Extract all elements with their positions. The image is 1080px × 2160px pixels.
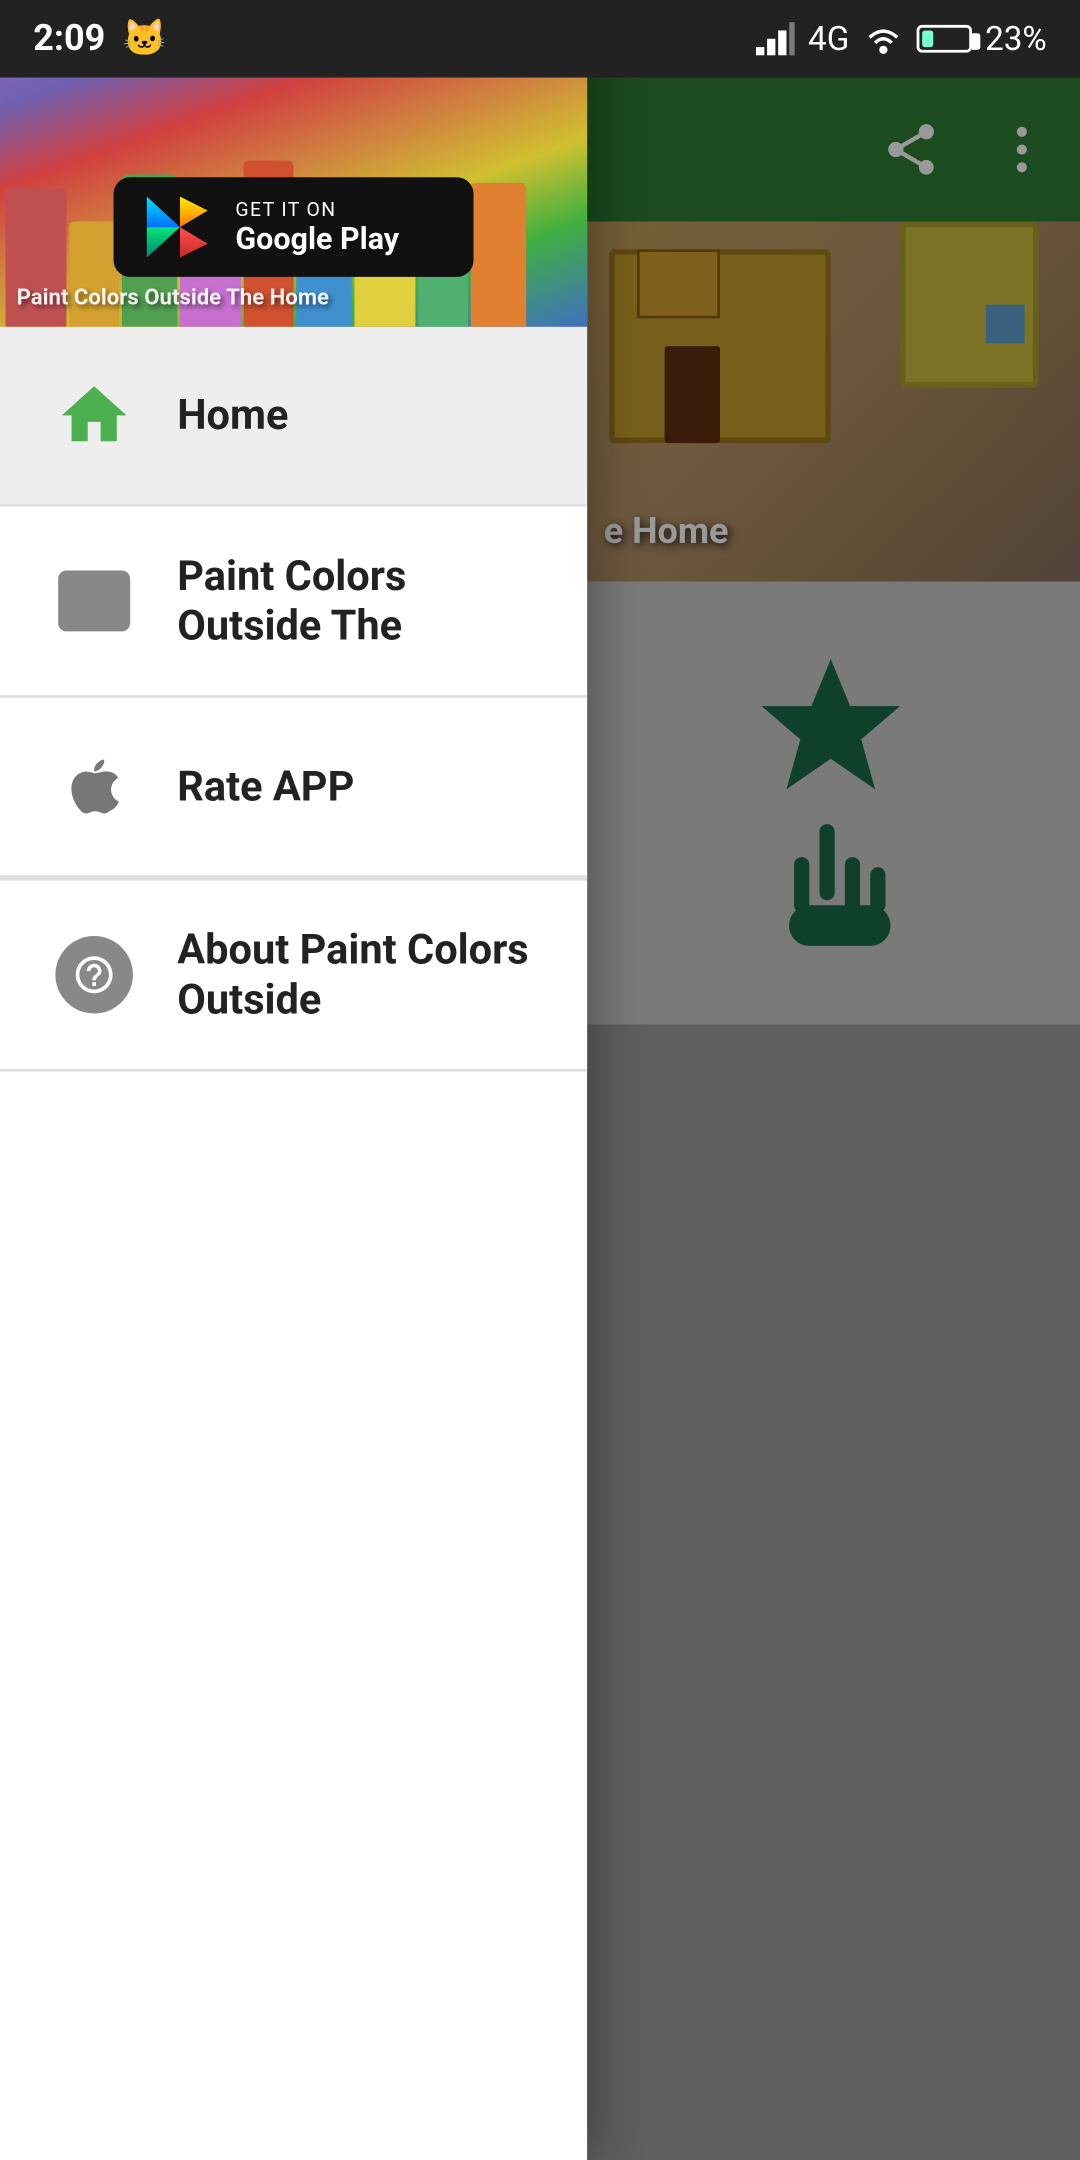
navigation-drawer: ✝ RigariDev bbox=[0, 0, 587, 2160]
network-type: 4G bbox=[808, 19, 849, 58]
google-play-text: GET IT ON Google Play bbox=[235, 198, 399, 256]
cat-icon: 🐱 bbox=[122, 18, 167, 60]
nav-item-home[interactable]: Home bbox=[0, 327, 587, 507]
drawer-scrim[interactable] bbox=[587, 0, 1080, 2160]
paint-colors-nav-label: Paint Colors Outside The bbox=[177, 551, 537, 651]
status-bar: 2:09 🐱 4G 23% bbox=[0, 0, 1080, 78]
nav-item-about[interactable]: About Paint Colors Outside bbox=[0, 881, 587, 1072]
paint-colors-nav-icon bbox=[50, 557, 139, 646]
signal-icon bbox=[755, 22, 794, 55]
play-store-triangle-icon bbox=[141, 191, 213, 263]
rate-app-nav-label: Rate APP bbox=[177, 762, 354, 812]
google-play-badge[interactable]: GET IT ON Google Play bbox=[114, 177, 474, 277]
nav-item-rate-app[interactable]: Rate APP bbox=[0, 698, 587, 878]
get-it-on-label: GET IT ON bbox=[235, 198, 399, 220]
home-nav-icon bbox=[50, 371, 139, 460]
about-nav-label: About Paint Colors Outside bbox=[177, 925, 537, 1025]
home-nav-label: Home bbox=[177, 390, 288, 440]
status-right: 4G 23% bbox=[755, 19, 1046, 58]
header-watermark: Paint Colors Outside The Home bbox=[17, 285, 329, 310]
google-play-label: Google Play bbox=[235, 220, 399, 256]
battery-icon bbox=[916, 25, 971, 53]
rate-app-nav-icon bbox=[50, 742, 139, 831]
battery-percent: 23% bbox=[985, 19, 1047, 58]
status-left: 2:09 🐱 bbox=[33, 18, 167, 60]
time-display: 2:09 bbox=[33, 18, 105, 60]
about-nav-icon bbox=[50, 930, 139, 1019]
wifi-icon bbox=[863, 22, 902, 55]
nav-item-paint-colors[interactable]: Paint Colors Outside The bbox=[0, 507, 587, 698]
